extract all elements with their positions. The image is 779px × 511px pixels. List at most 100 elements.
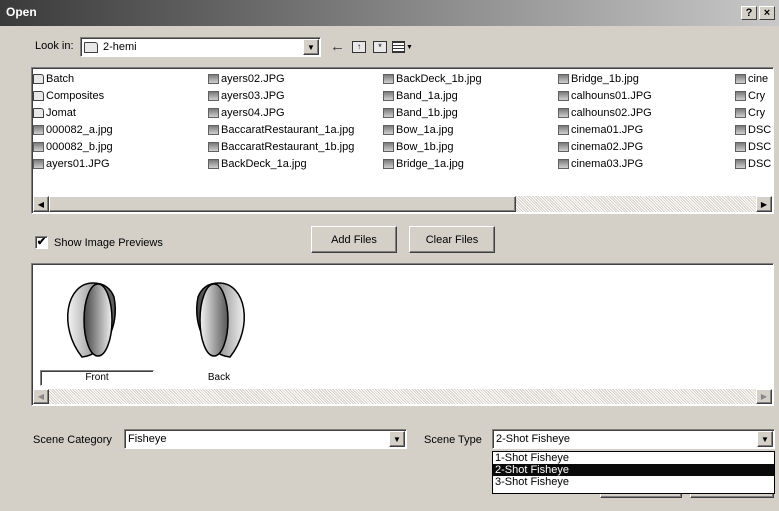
scroll-right-icon[interactable]: ▶ — [756, 196, 772, 212]
file-item[interactable]: DSC — [735, 140, 771, 154]
chevron-down-icon[interactable]: ▼ — [389, 431, 405, 447]
preview-scroll-right-icon[interactable]: ▶ — [756, 389, 772, 404]
file-item[interactable]: Batch — [33, 72, 74, 86]
file-item-label: cinema01.JPG — [571, 124, 644, 136]
up-folder-icon[interactable]: ↑ — [352, 41, 366, 53]
image-file-icon — [735, 91, 746, 101]
file-item-label: Batch — [46, 73, 75, 85]
image-file-icon — [735, 142, 746, 152]
file-item-label: BaccaratRestaurant_1b.jpg — [221, 141, 355, 153]
file-item-label: cine — [748, 73, 769, 85]
file-item[interactable]: Bridge_1a.jpg — [383, 157, 464, 171]
file-item-label: Cry — [748, 107, 766, 119]
file-item[interactable]: Jomat — [33, 106, 76, 120]
file-item[interactable]: Bow_1a.jpg — [383, 123, 454, 137]
file-item[interactable]: cine — [735, 72, 768, 86]
file-item[interactable]: BackDeck_1a.jpg — [208, 157, 307, 171]
scene-category-select[interactable]: Fisheye ▼ — [124, 429, 407, 449]
file-item-label: BackDeck_1b.jpg — [396, 73, 482, 85]
file-item[interactable]: DSC — [735, 157, 771, 171]
show-previews-checkbox[interactable]: ✔ — [35, 236, 48, 249]
image-file-icon — [208, 74, 219, 84]
preview-scroll-left-icon[interactable]: ◀ — [33, 389, 49, 404]
file-item[interactable]: calhouns02.JPG — [558, 106, 652, 120]
image-file-icon — [33, 142, 44, 152]
show-previews-label: Show Image Previews — [54, 237, 163, 249]
window-title: Open — [6, 5, 37, 19]
image-file-icon — [558, 91, 569, 101]
scene-type-dropdown[interactable]: 1-Shot Fisheye 2-Shot Fisheye 3-Shot Fishe… — [492, 451, 775, 494]
lookin-value: 2-hemi — [103, 41, 137, 53]
thumb-label-front[interactable]: Front — [40, 370, 154, 386]
file-item[interactable]: BackDeck_1b.jpg — [383, 72, 482, 86]
scroll-left-icon[interactable]: ◀ — [33, 196, 49, 212]
file-item-label: Composites — [46, 90, 105, 102]
image-file-icon — [383, 91, 394, 101]
scene-category-value: Fisheye — [128, 433, 167, 445]
image-file-icon — [33, 159, 44, 169]
folder-icon — [33, 108, 44, 118]
back-icon[interactable]: ← — [330, 38, 345, 55]
image-file-icon — [558, 125, 569, 135]
scene-type-option[interactable]: 1-Shot Fisheye — [493, 452, 774, 464]
file-item-label: Bow_1a.jpg — [396, 124, 454, 136]
image-file-icon — [558, 74, 569, 84]
file-item-label: BaccaratRestaurant_1a.jpg — [221, 124, 355, 136]
image-file-icon — [33, 125, 44, 135]
image-file-icon — [558, 142, 569, 152]
file-item[interactable]: Band_1b.jpg — [383, 106, 458, 120]
file-item-label: Bridge_1b.jpg — [571, 73, 639, 85]
scrollbar-thumb[interactable] — [49, 196, 516, 212]
file-item-label: Band_1b.jpg — [396, 107, 458, 119]
file-item-label: ayers03.JPG — [221, 90, 285, 102]
file-item[interactable]: calhouns01.JPG — [558, 89, 652, 103]
thumbnail-back[interactable] — [178, 277, 260, 363]
image-file-icon — [735, 159, 746, 169]
file-item[interactable]: Bow_1b.jpg — [383, 140, 454, 154]
image-file-icon — [735, 74, 746, 84]
file-item[interactable]: 000082_b.jpg — [33, 140, 113, 154]
file-item[interactable]: ayers02.JPG — [208, 72, 285, 86]
image-file-icon — [735, 125, 746, 135]
file-item-label: 000082_b.jpg — [46, 141, 113, 153]
new-folder-icon[interactable]: * — [373, 41, 387, 53]
chevron-down-icon[interactable]: ▼ — [757, 431, 773, 447]
lookin-label: Look in: — [35, 40, 74, 52]
help-button[interactable]: ? — [741, 6, 757, 20]
lookin-combo[interactable]: 2-hemi ▼ — [80, 37, 321, 57]
file-item[interactable]: DSC — [735, 123, 771, 137]
file-item[interactable]: Bridge_1b.jpg — [558, 72, 639, 86]
file-item[interactable]: 000082_a.jpg — [33, 123, 113, 137]
scene-type-option[interactable]: 3-Shot Fisheye — [493, 476, 774, 488]
file-item-label: ayers02.JPG — [221, 73, 285, 85]
file-item[interactable]: BaccaratRestaurant_1a.jpg — [208, 123, 354, 137]
file-item[interactable]: Composites — [33, 89, 104, 103]
file-item[interactable]: ayers04.JPG — [208, 106, 285, 120]
file-item[interactable]: cinema02.JPG — [558, 140, 643, 154]
file-item[interactable]: cinema01.JPG — [558, 123, 643, 137]
clear-files-button[interactable]: Clear Files — [409, 226, 495, 253]
file-item[interactable]: cinema03.JPG — [558, 157, 643, 171]
file-item[interactable]: Cry — [735, 89, 765, 103]
file-item[interactable]: Band_1a.jpg — [383, 89, 458, 103]
image-file-icon — [735, 108, 746, 118]
scene-type-option[interactable]: 2-Shot Fisheye — [493, 464, 774, 476]
file-item-label: Bridge_1a.jpg — [396, 158, 464, 170]
scene-type-select[interactable]: 2-Shot Fisheye ▼ — [492, 429, 775, 449]
file-item-label: DSC — [748, 158, 772, 170]
image-file-icon — [208, 108, 219, 118]
image-file-icon — [383, 125, 394, 135]
file-item[interactable]: BaccaratRestaurant_1b.jpg — [208, 140, 354, 154]
thumbnail-front[interactable] — [52, 277, 134, 363]
file-item[interactable]: ayers03.JPG — [208, 89, 285, 103]
file-item[interactable]: ayers01.JPG — [33, 157, 110, 171]
image-file-icon — [208, 142, 219, 152]
close-button[interactable]: × — [759, 6, 775, 20]
chevron-down-icon[interactable]: ▼ — [303, 39, 319, 55]
scene-type-label: Scene Type — [424, 434, 482, 446]
file-item[interactable]: Cry — [735, 106, 765, 120]
folder-icon — [33, 74, 44, 84]
preview-scrollbar[interactable] — [33, 389, 772, 404]
view-menu-icon[interactable]: ▼ — [392, 40, 414, 54]
add-files-button[interactable]: Add Files — [311, 226, 397, 253]
